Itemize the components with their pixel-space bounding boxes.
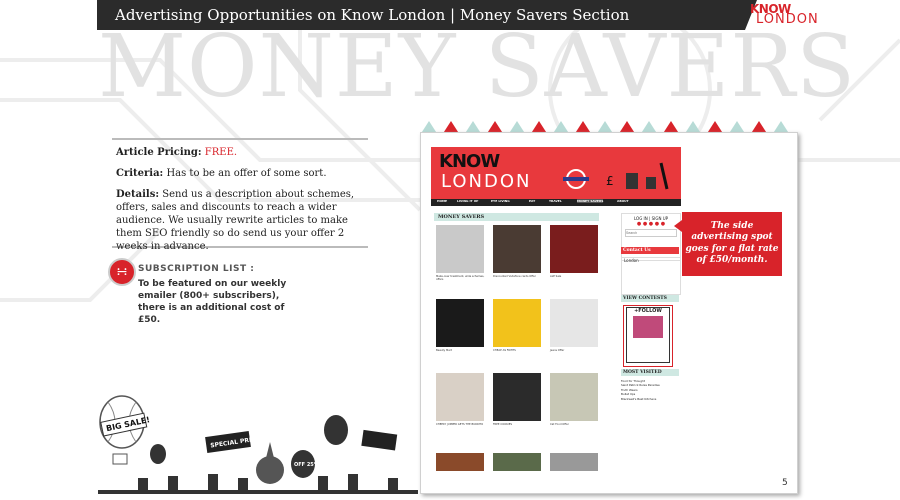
nav-home[interactable]: HOME (437, 199, 447, 203)
most-visited-list: Food for Thought Saint Patrick Rules Par… (621, 379, 679, 401)
thumb-4-caption[interactable]: Beauty Mart (436, 349, 486, 352)
criteria-label: Criteria: (116, 168, 164, 179)
side-spot-highlight (623, 305, 673, 367)
view-contests-heading[interactable]: VIEW CONTESTS (621, 295, 679, 302)
criteria-line: Criteria: Has to be an offer of some sor… (116, 167, 364, 180)
off-label: OFF 25% (294, 462, 319, 468)
thumb-3[interactable] (550, 225, 598, 273)
nav-money-savers[interactable]: MONEY SAVERS (577, 199, 604, 203)
thumb-7[interactable] (436, 373, 484, 421)
website-screenshot: KNOW LONDON £ HOME LIVING IT UP EYE LIVI… (420, 132, 798, 494)
article-pricing-value: FREE. (204, 147, 238, 158)
header-illustrations-icon: £ (563, 162, 669, 190)
pricing-box: Article Pricing: FREE. Criteria: Has to … (112, 138, 368, 252)
sale-illustration: BIG SALE! SPECIAL PRICE! OFF 25% (98, 395, 418, 494)
thumb-6-caption[interactable]: Jeans Offer (550, 349, 600, 352)
site-search-input[interactable] (625, 229, 677, 237)
thumb-1-caption[interactable]: Make-over treatment, wide schemes, offer… (436, 275, 486, 282)
nav-eat[interactable]: EAT (529, 199, 535, 203)
article-pricing-label: Article Pricing: (116, 147, 202, 158)
nav-living-it-up[interactable]: LIVING IT UP (457, 199, 478, 203)
thumb-9[interactable] (550, 373, 598, 421)
nav-eye-living[interactable]: EYE LIVING (491, 199, 510, 203)
rss-icon: ∺ (108, 258, 136, 286)
site-nav: HOME LIVING IT UP EYE LIVING EAT TRAVEL … (431, 199, 681, 206)
money-savers-heading: MONEY SAVERS (434, 213, 599, 221)
site-header: KNOW LONDON £ (431, 147, 681, 199)
thumb-5[interactable] (493, 299, 541, 347)
subscription-text: To be featured on our weekly emailer (80… (138, 279, 287, 326)
login-signup-link[interactable]: LOG IN | SIGN UP (622, 214, 680, 221)
subscription-title: SUBSCRIPTION LIST : (138, 264, 255, 274)
criteria-text: Has to be an offer of some sort. (166, 168, 327, 179)
site-logo-london: LONDON (441, 171, 532, 192)
thumb-3-caption[interactable]: ALE Sale (550, 275, 600, 278)
thumb-2[interactable] (493, 225, 541, 273)
thumb-10[interactable] (436, 453, 484, 471)
details-line: Details: Send us a description about sch… (116, 188, 364, 253)
details-label: Details: (116, 189, 160, 200)
article-pricing-line: Article Pricing: FREE. (116, 146, 364, 159)
page-number: 5 (782, 478, 788, 488)
thumb-6[interactable] (550, 299, 598, 347)
svg-text:£: £ (606, 174, 614, 188)
most-visited-heading: MOST VISITED (621, 369, 679, 376)
thumb-4[interactable] (436, 299, 484, 347)
thumb-7-caption[interactable]: CHEEKY JUMPER GETS THE BURRITO (436, 423, 486, 426)
thumb-9-caption[interactable]: Cat Food Offer (550, 423, 600, 426)
background-title: MONEY SAVERS (98, 17, 856, 117)
side-spot-callout: The side advertising spot goes for a fla… (674, 212, 782, 276)
thumb-2-caption[interactable]: Discounted Vodafone cards Offer (493, 275, 543, 278)
most-visited-item[interactable]: Blackwell's Best Kitchens (621, 397, 679, 401)
nav-about[interactable]: ABOUT (617, 199, 629, 203)
thumb-8-caption[interactable]: FREE COOKIES (493, 423, 543, 426)
thumb-8[interactable] (493, 373, 541, 421)
nav-travel[interactable]: TRAVEL (549, 199, 562, 203)
thumb-12[interactable] (550, 453, 598, 471)
weather-widget: London (621, 257, 681, 295)
thumb-1[interactable] (436, 225, 484, 273)
site-logo-know: KNOW (439, 151, 500, 172)
social-icons[interactable]: ● ● ● ● ● (622, 221, 680, 227)
weather-city: London (624, 258, 639, 263)
thumb-11[interactable] (493, 453, 541, 471)
contact-heading[interactable]: Contact Us (621, 247, 679, 254)
thumb-5-caption[interactable]: CHEAP AS FRITES (493, 349, 543, 352)
